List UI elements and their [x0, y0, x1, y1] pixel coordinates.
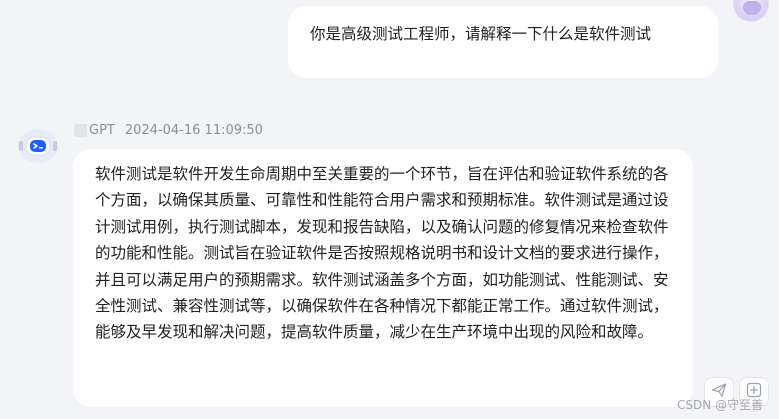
user-message-text: 你是高级测试工程师，请解释一下什么是软件测试: [310, 25, 652, 43]
watermark: CSDN @守至善: [676, 398, 763, 412]
robot-icon: [16, 126, 60, 164]
bot-message-meta: GPT 2024-04-16 11:09:50: [74, 121, 263, 139]
user-avatar-icon: [733, 0, 769, 22]
model-icon: [74, 123, 87, 137]
bot-message-bubble: 软件测试是软件开发生命周期中至关重要的一个环节，旨在评估和验证软件系统的各个方面…: [73, 149, 693, 407]
model-name: GPT: [89, 122, 115, 138]
message-timestamp: 2024-04-16 11:09:50: [124, 122, 263, 138]
bot-message-text: 软件测试是软件开发生命周期中至关重要的一个环节，旨在评估和验证软件系统的各个方面…: [95, 165, 669, 342]
user-message-bubble: 你是高级测试工程师，请解释一下什么是软件测试: [288, 6, 718, 78]
